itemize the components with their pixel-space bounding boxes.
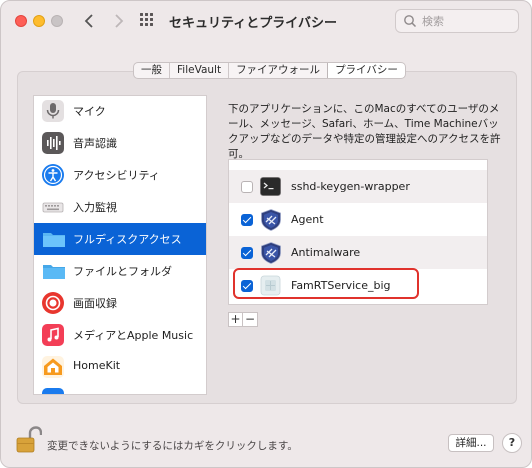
lock-hint-text: 変更できないようにするにはカギをクリックします。: [47, 440, 298, 452]
terminal-icon: [260, 176, 281, 197]
search-box[interactable]: [395, 9, 519, 33]
sidebar-item-label: HomeKit: [73, 359, 121, 372]
music-icon: [42, 324, 64, 346]
sidebar-item-media-and-apple-music[interactable]: メディアとApple Music: [34, 319, 206, 351]
preferences-window: セキュリティとプライバシー 一般 FileVault ファイアウォール プライバ…: [0, 0, 532, 468]
app-checkbox[interactable]: [241, 181, 253, 193]
list-item: [229, 160, 487, 161]
lock-icon[interactable]: [16, 426, 43, 454]
sidebar-item-full-disk-access[interactable]: フルディスクアクセス: [34, 223, 206, 255]
close-button[interactable]: [15, 15, 27, 27]
keyboard-icon: [42, 196, 64, 218]
microphone-icon: [42, 100, 64, 122]
highlight-outline: [233, 268, 419, 299]
app-name: Antimalware: [291, 246, 361, 259]
help-button[interactable]: ?: [502, 433, 522, 453]
chevron-left-icon: [84, 14, 93, 28]
app-row-sshd-keygen-wrapper[interactable]: sshd-keygen-wrapper: [229, 170, 487, 203]
privacy-category-list[interactable]: マイク 音声認識 アクセシビリティ 入力監視 フルディスクアクセス ファイルとフ…: [33, 95, 207, 395]
search-input[interactable]: [422, 13, 512, 29]
add-app-button[interactable]: +: [229, 313, 243, 326]
advanced-button[interactable]: 詳細...: [448, 434, 494, 452]
sidebar-item-homekit[interactable]: HomeKit: [34, 351, 206, 383]
forward-button[interactable]: [109, 10, 129, 32]
sidebar-item-label: 音声認識: [73, 137, 117, 150]
access-description: 下のアプリケーションに、このMacのすべてのユーザのメール、メッセージ、Safa…: [228, 103, 501, 160]
tab-bar: 一般 FileVault ファイアウォール プライバシー: [133, 62, 406, 79]
minimize-button[interactable]: [33, 15, 45, 27]
sidebar-item-files-and-folders[interactable]: ファイルとフォルダ: [34, 255, 206, 287]
shield-icon: [260, 242, 281, 264]
shield-icon: [260, 209, 281, 231]
sidebar-item-input-monitoring[interactable]: 入力監視: [34, 191, 206, 223]
app-name: sshd-keygen-wrapper: [291, 180, 410, 193]
remove-app-button[interactable]: −: [243, 313, 257, 326]
screen-recording-icon: [42, 292, 64, 314]
home-icon: [42, 356, 64, 378]
chevron-right-icon: [115, 14, 124, 28]
back-button[interactable]: [79, 10, 99, 32]
app-row-agent[interactable]: Agent: [229, 203, 487, 236]
app-row-antimalware[interactable]: Antimalware: [229, 236, 487, 269]
app-checkbox[interactable]: [241, 214, 253, 226]
bluetooth-icon: [42, 388, 64, 394]
search-icon: [404, 15, 417, 28]
sidebar-item-speech-recognition[interactable]: 音声認識: [34, 127, 206, 159]
sidebar-item-microphone[interactable]: マイク: [34, 96, 206, 127]
sidebar-item-label: マイク: [73, 105, 106, 118]
sidebar-item-accessibility[interactable]: アクセシビリティ: [34, 159, 206, 191]
folder-icon: [42, 260, 65, 282]
tab-firewall[interactable]: ファイアウォール: [229, 63, 329, 78]
app-checkbox[interactable]: [241, 247, 253, 259]
sidebar-item-partial: [34, 383, 206, 394]
sidebar-item-label: 画面収録: [73, 297, 117, 310]
zoom-button[interactable]: [51, 15, 63, 27]
sidebar-item-label: フルディスクアクセス: [73, 233, 182, 246]
sidebar-item-label: メディアとApple Music: [73, 329, 194, 342]
sidebar-item-label: アクセシビリティ: [73, 169, 160, 182]
tab-filevault[interactable]: FileVault: [170, 63, 230, 78]
title-bar: セキュリティとプライバシー: [1, 1, 531, 43]
show-all-grid-icon[interactable]: [140, 13, 156, 29]
sidebar-item-label: ファイルとフォルダ: [73, 265, 172, 278]
app-name: Agent: [291, 213, 324, 226]
accessibility-icon: [42, 164, 64, 186]
tab-privacy[interactable]: プライバシー: [328, 63, 405, 78]
sidebar-item-screen-recording[interactable]: 画面収録: [34, 287, 206, 319]
window-title: セキュリティとプライバシー: [169, 16, 337, 31]
speech-recognition-icon: [42, 132, 64, 154]
tab-general[interactable]: 一般: [134, 63, 170, 78]
folder-icon: [42, 228, 65, 250]
sidebar-item-label: 入力監視: [73, 201, 117, 214]
add-remove-control: + −: [228, 312, 258, 327]
